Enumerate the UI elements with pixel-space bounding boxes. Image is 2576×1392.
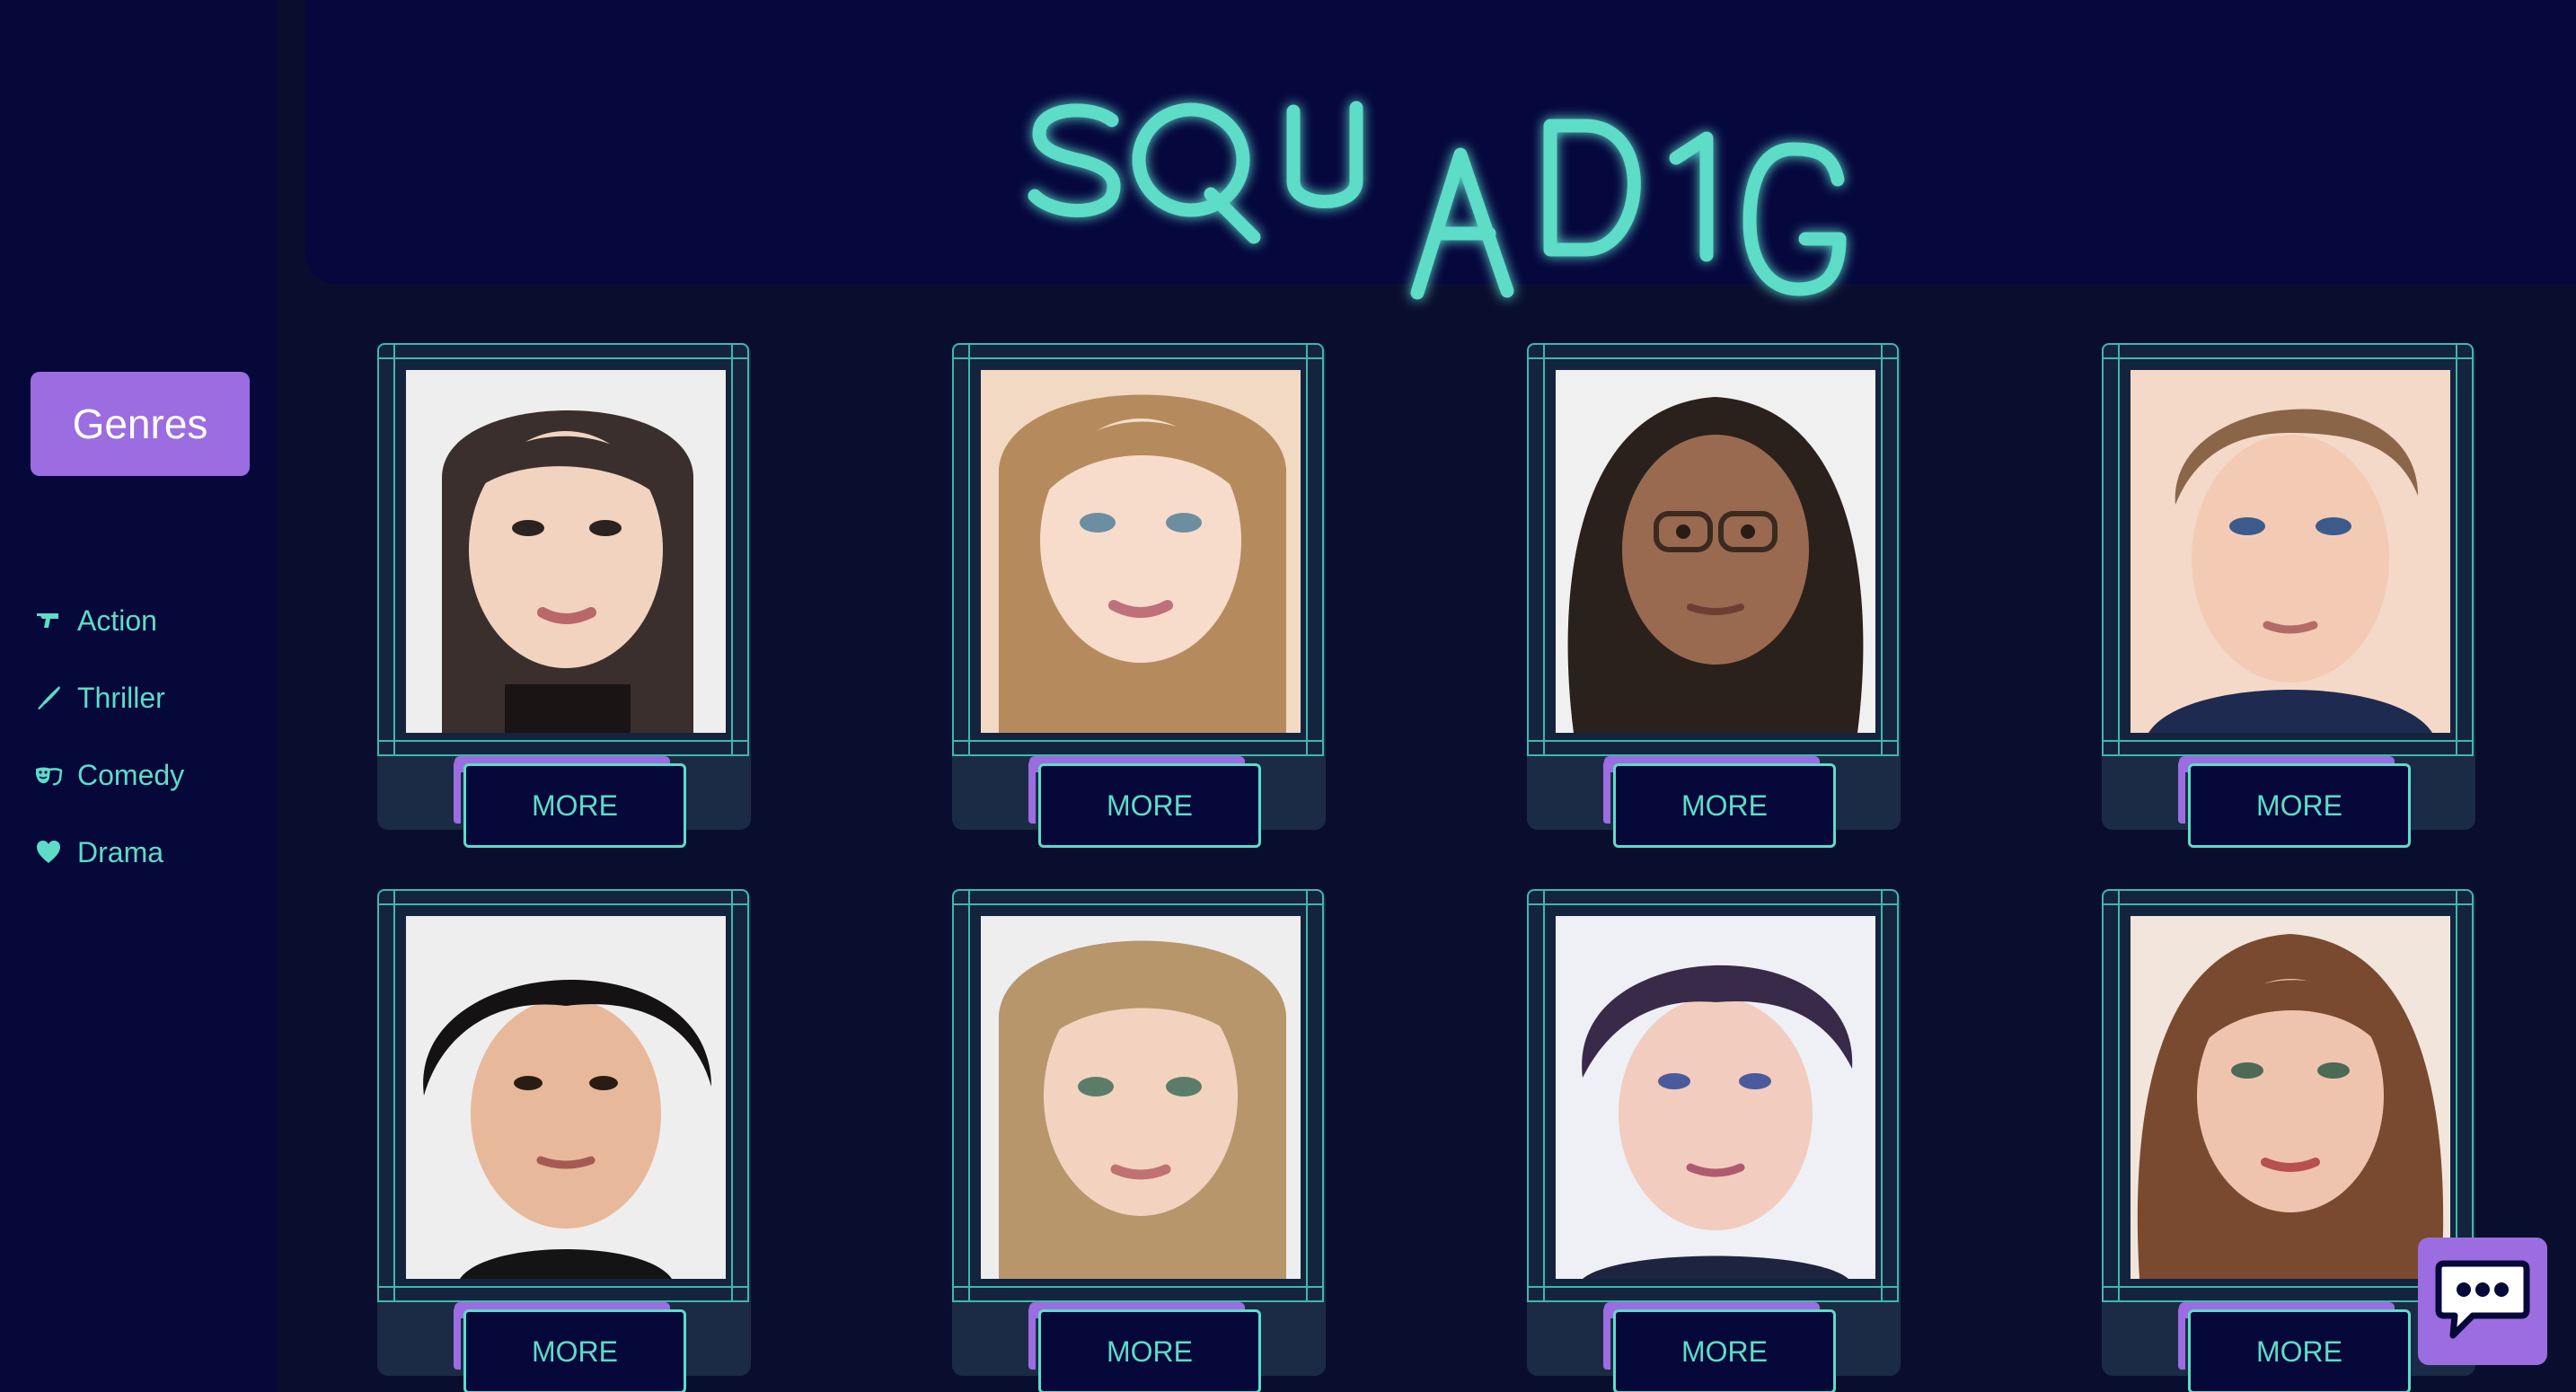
frame-line <box>1543 345 1545 756</box>
sidebar: Genres Action Thriller Comedy Drama <box>0 0 277 1392</box>
frame-line <box>2104 1286 2472 1288</box>
frame-line <box>954 1286 1322 1288</box>
frame-line <box>954 357 1322 359</box>
card-frame <box>952 343 1324 756</box>
chat-button[interactable] <box>2418 1238 2547 1365</box>
frame-line <box>1881 891 1883 1302</box>
heart-icon <box>34 838 63 867</box>
character-card: MORE <box>1527 889 1901 1392</box>
frame-line <box>393 891 395 1302</box>
frame-line <box>2456 345 2457 756</box>
more-button[interactable]: MORE <box>454 761 686 848</box>
card-frame <box>952 889 1324 1302</box>
frame-line <box>379 740 747 742</box>
frame-line <box>379 1286 747 1288</box>
character-card: MORE <box>377 343 751 848</box>
frame-line <box>1529 357 1897 359</box>
portrait-image[interactable] <box>981 370 1301 733</box>
portrait-image[interactable] <box>2130 916 2450 1279</box>
frame-line <box>2118 891 2120 1302</box>
genre-label: Comedy <box>77 758 185 791</box>
genres-button[interactable]: Genres <box>31 372 250 476</box>
frame-line <box>393 345 395 756</box>
more-button[interactable]: MORE <box>2178 761 2411 848</box>
portrait-image[interactable] <box>406 916 726 1279</box>
portrait-image[interactable] <box>1556 370 1875 733</box>
more-button[interactable]: MORE <box>2178 1307 2411 1392</box>
genre-item-drama[interactable]: Drama <box>34 814 184 891</box>
more-button[interactable]: MORE <box>454 1307 686 1392</box>
frame-line <box>1881 345 1883 756</box>
frame-line <box>1306 345 1308 756</box>
portrait-image[interactable] <box>981 916 1301 1279</box>
genre-list: Action Thriller Comedy Drama <box>34 582 184 891</box>
card-frame <box>1527 343 1899 756</box>
genre-item-action[interactable]: Action <box>34 582 184 659</box>
frame-line <box>1529 903 1897 905</box>
frame-line <box>2118 345 2120 756</box>
frame-line <box>731 891 733 1302</box>
frame-line <box>379 903 747 905</box>
more-button[interactable]: MORE <box>1603 1307 1836 1392</box>
character-card: MORE <box>1527 343 1901 848</box>
more-button[interactable]: MORE <box>1028 1307 1261 1392</box>
theater-mask-icon <box>34 761 63 789</box>
frame-line <box>968 345 970 756</box>
genre-label: Action <box>77 603 157 637</box>
card-frame <box>377 889 749 1302</box>
frame-line <box>379 357 747 359</box>
more-button[interactable]: MORE <box>1028 761 1261 848</box>
character-card: MORE <box>952 343 1326 848</box>
character-card: MORE <box>952 889 1326 1392</box>
character-card: MORE <box>2102 343 2475 848</box>
portrait-image[interactable] <box>2130 370 2450 733</box>
frame-line <box>2104 903 2472 905</box>
frame-line <box>731 345 733 756</box>
genre-item-comedy[interactable]: Comedy <box>34 736 184 814</box>
genre-label: Drama <box>77 835 164 868</box>
logo[interactable] <box>1015 81 1877 314</box>
gun-icon <box>34 606 63 635</box>
card-frame <box>1527 889 1899 1302</box>
frame-line <box>2104 740 2472 742</box>
frame-line <box>2104 357 2472 359</box>
genre-label: Thriller <box>77 681 165 714</box>
card-frame <box>377 343 749 756</box>
frame-line <box>1543 891 1545 1302</box>
portrait-image[interactable] <box>1556 916 1875 1279</box>
knife-icon <box>34 683 63 712</box>
frame-line <box>954 740 1322 742</box>
more-button[interactable]: MORE <box>1603 761 1836 848</box>
card-frame <box>2102 889 2474 1302</box>
chat-bubble-icon <box>2433 1255 2532 1349</box>
character-card: MORE <box>377 889 751 1392</box>
frame-line <box>968 891 970 1302</box>
card-frame <box>2102 343 2474 756</box>
portrait-image[interactable] <box>406 370 726 733</box>
genre-item-thriller[interactable]: Thriller <box>34 659 184 736</box>
frame-line <box>954 903 1322 905</box>
app-root: Genres Action Thriller Comedy Drama MORE… <box>0 0 2576 1392</box>
frame-line <box>1529 1286 1897 1288</box>
frame-line <box>1529 740 1897 742</box>
frame-line <box>1306 891 1308 1302</box>
